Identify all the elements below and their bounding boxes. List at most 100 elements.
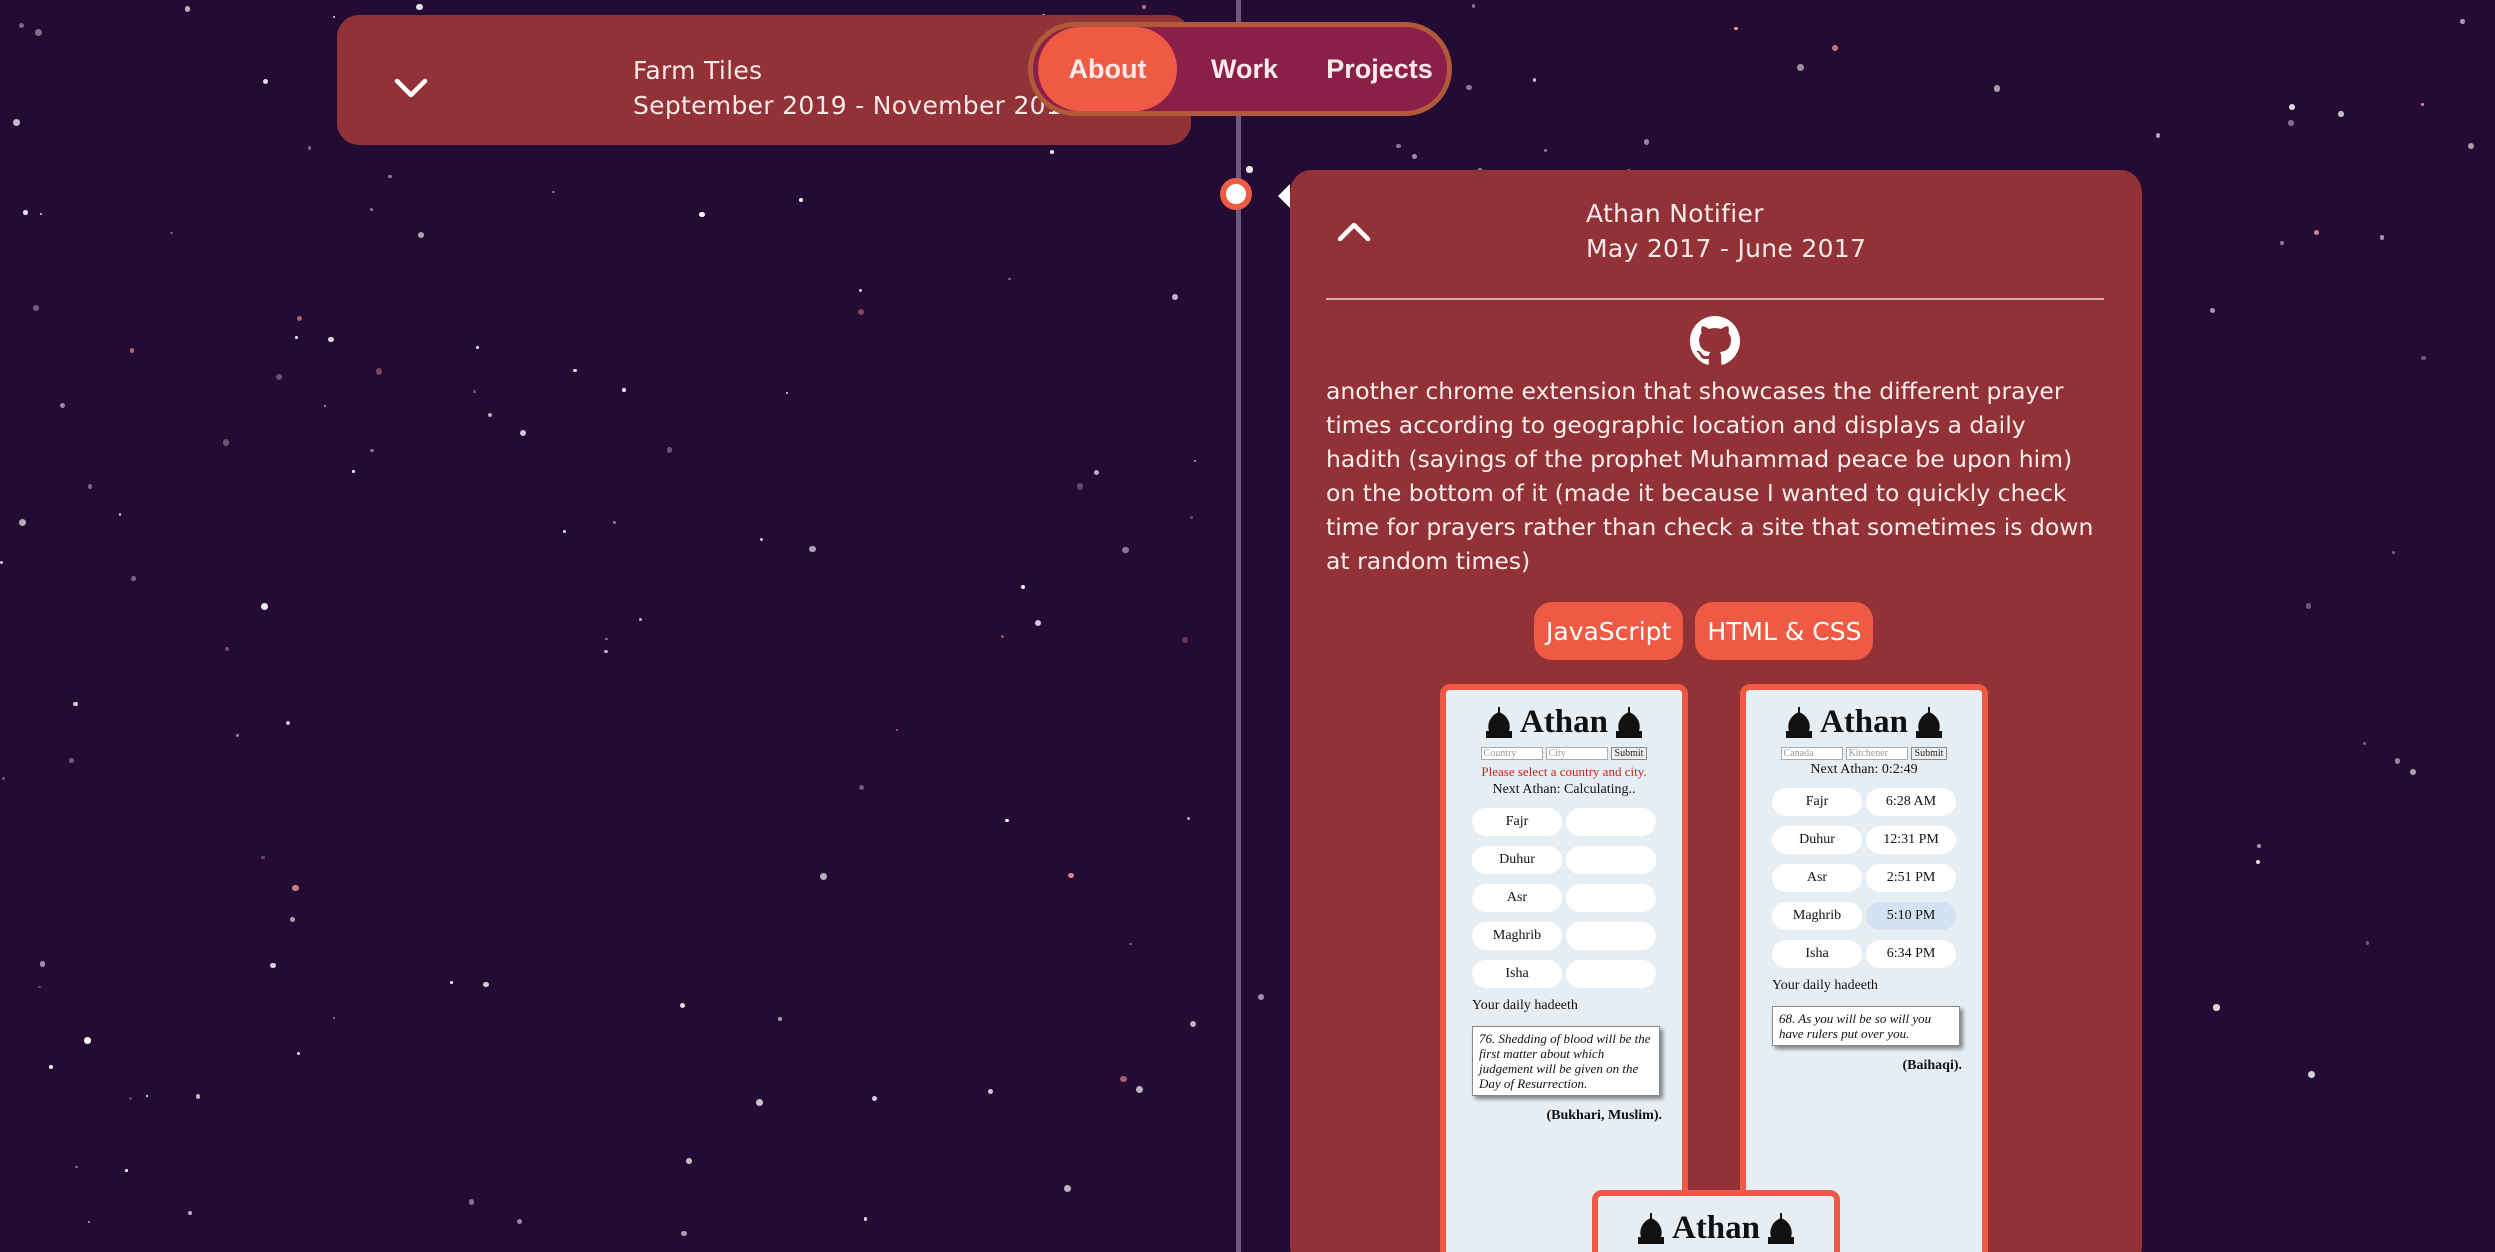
star xyxy=(19,22,25,28)
location-form: Canada Kitchener Submit xyxy=(1746,747,1982,760)
star xyxy=(2256,843,2262,849)
table-row: Asr 2:51 PM xyxy=(1772,864,1982,892)
star xyxy=(799,198,803,203)
screenshot-image[interactable]: Athan xyxy=(1592,1190,1840,1252)
star xyxy=(519,429,526,436)
star xyxy=(130,576,136,581)
warning-text: Please select a country and city. xyxy=(1481,764,1647,779)
star xyxy=(1077,483,1084,490)
tag-javascript: JavaScript xyxy=(1534,602,1684,660)
star xyxy=(75,1166,78,1169)
project-description: another chrome extension that showcases … xyxy=(1326,377,2094,575)
star xyxy=(118,513,122,516)
tech-tags: JavaScript HTML & CSS xyxy=(1534,602,1874,660)
table-row: Fajr xyxy=(1472,808,1682,836)
table-row: Maghrib xyxy=(1472,922,1682,950)
project-title-block: Athan Notifier May 2017 - June 2017 xyxy=(1586,196,1866,266)
table-row: Duhur 12:31 PM xyxy=(1772,826,1982,854)
star xyxy=(863,1216,868,1221)
chevron-up-icon[interactable] xyxy=(1328,206,1380,258)
nav-projects[interactable]: Projects xyxy=(1312,27,1447,111)
city-input: Kitchener xyxy=(1845,747,1908,760)
nav-work[interactable]: Work xyxy=(1177,27,1312,111)
star xyxy=(225,646,230,651)
star xyxy=(416,3,423,11)
star xyxy=(297,1052,300,1055)
tag-html-css: HTML & CSS xyxy=(1695,602,1874,660)
screenshot-image[interactable]: Athan Country City Submit Please select … xyxy=(1440,684,1688,1252)
star xyxy=(129,348,135,353)
star xyxy=(323,405,326,408)
divider xyxy=(1326,298,2104,300)
star xyxy=(2468,142,2475,149)
star xyxy=(2365,941,2370,945)
star xyxy=(476,346,479,349)
athan-heading: Athan xyxy=(1446,704,1682,741)
star xyxy=(146,1095,149,1098)
project-dates: May 2017 - June 2017 xyxy=(1586,234,1867,263)
star xyxy=(1831,45,1838,51)
mosque-icon xyxy=(1616,706,1643,738)
next-athan: Next Athan: Calculating.. xyxy=(1492,782,1636,797)
star xyxy=(87,484,93,489)
star xyxy=(1194,459,1197,462)
mosque-icon xyxy=(1637,1212,1664,1244)
star xyxy=(699,212,705,218)
star xyxy=(417,231,425,239)
project-dates: September 2019 - November 2019 xyxy=(633,91,1079,120)
table-row: Fajr 6:28 AM xyxy=(1772,788,1982,816)
star xyxy=(1141,4,1147,10)
star xyxy=(987,1088,994,1095)
star xyxy=(2379,235,2384,240)
star xyxy=(295,335,299,339)
star xyxy=(2,776,6,780)
star xyxy=(1049,149,1055,155)
star xyxy=(49,1064,54,1069)
star xyxy=(2394,758,2401,764)
nav-about[interactable]: About xyxy=(1038,27,1177,111)
prayer-table: Fajr Duhur Asr Maghrib Isha xyxy=(1472,808,1682,988)
star xyxy=(1412,154,1417,159)
hadith-quote: 68. As you will be so will you have rule… xyxy=(1772,1006,1960,1046)
github-icon[interactable] xyxy=(1690,316,1740,366)
star xyxy=(2289,104,2296,111)
project-title: Farm Tiles xyxy=(633,56,763,85)
star xyxy=(88,1220,91,1223)
chevron-down-icon[interactable] xyxy=(385,62,437,114)
table-row: Duhur xyxy=(1472,846,1682,874)
star xyxy=(1035,619,1042,626)
star xyxy=(2213,1004,2220,1011)
star xyxy=(1063,1185,1071,1193)
star xyxy=(235,733,239,737)
daily-hadeeth-label: Your daily hadeeth xyxy=(1772,978,1878,993)
star xyxy=(517,1218,523,1225)
project-card-athan-notifier: Athan Notifier May 2017 - June 2017 anot… xyxy=(1290,170,2142,1252)
prayer-table: Fajr 6:28 AM Duhur 12:31 PM Asr 2:51 PM Mag… xyxy=(1772,788,1982,968)
star xyxy=(262,78,268,84)
star xyxy=(871,1095,878,1102)
star xyxy=(468,1199,475,1205)
star xyxy=(1122,546,1129,554)
star xyxy=(895,729,898,732)
star xyxy=(1182,637,1189,643)
star xyxy=(488,412,492,417)
project-title: Athan Notifier xyxy=(1586,199,1764,228)
country-input: Country xyxy=(1480,747,1543,760)
star xyxy=(681,1230,687,1237)
star xyxy=(2209,308,2215,313)
screenshot-image[interactable]: Athan Canada Kitchener Submit Next Athan… xyxy=(1740,684,1988,1252)
star xyxy=(1733,26,1738,31)
star xyxy=(2410,768,2417,775)
star xyxy=(260,855,265,860)
mosque-icon xyxy=(1916,706,1943,738)
star xyxy=(1005,818,1010,823)
next-athan: Next Athan: 0:2:49 xyxy=(1810,762,1918,777)
star xyxy=(562,529,566,533)
star xyxy=(291,884,299,892)
table-row: Isha 6:34 PM xyxy=(1772,940,1982,968)
star xyxy=(1532,78,1537,82)
star xyxy=(185,6,191,12)
star xyxy=(73,701,78,707)
star xyxy=(605,637,608,641)
location-form: Country City Submit xyxy=(1446,747,1682,760)
